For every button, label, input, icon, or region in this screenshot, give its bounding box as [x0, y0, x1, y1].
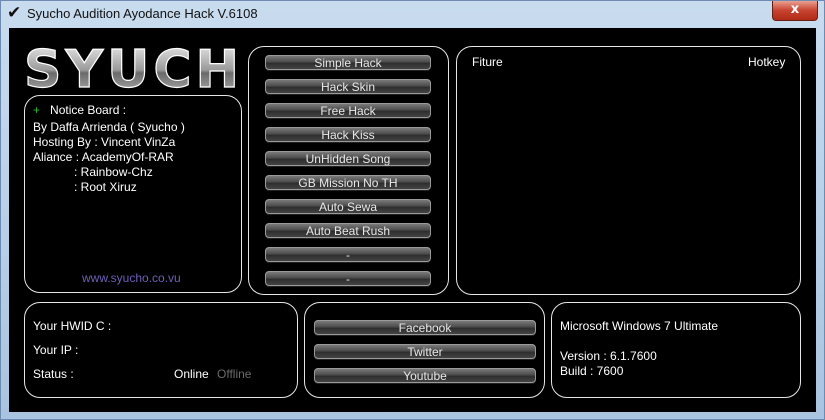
user-info-panel: Your HWID C : Your IP : Status : Online … [24, 302, 298, 398]
hack-buttons-panel: Simple Hack Hack Skin Free Hack Hack Kis… [248, 46, 449, 295]
os-build: Build : 7600 [560, 364, 624, 378]
close-button[interactable]: x [772, 1, 818, 21]
features-panel: Fiture Hotkey [456, 46, 801, 295]
free-hack-button[interactable]: Free Hack [265, 103, 431, 118]
notice-heading-label: Notice Board : [50, 103, 127, 117]
os-name: Microsoft Windows 7 Ultimate [560, 319, 719, 333]
simple-hack-button[interactable]: Simple Hack [265, 55, 431, 70]
system-info-panel: Microsoft Windows 7 Ultimate Version : 6… [551, 302, 801, 398]
title-bar[interactable]: ✔ Syucho Audition Ayodance Hack V.6108 x [1, 1, 824, 25]
gb-mission-button[interactable]: GB Mission No TH [265, 175, 431, 190]
notice-line-aliance-2: : Rainbow-Chz [74, 165, 153, 179]
status-online: Online [174, 367, 209, 381]
os-version: Version : 6.1.7600 [560, 349, 657, 363]
window-title: Syucho Audition Ayodance Hack V.6108 [27, 6, 258, 21]
ip-label: Your IP : [33, 343, 79, 357]
notice-line-aliance: Aliance : AcademyOf-RAR [33, 150, 174, 164]
youtube-button[interactable]: Youtube [314, 368, 536, 383]
notice-line-aliance-3: : Root Xiruz [74, 180, 137, 194]
notice-line-hosting: Hosting By : Vincent VinZa [33, 135, 176, 149]
app-window: ✔ Syucho Audition Ayodance Hack V.6108 x… [0, 0, 825, 420]
hack-skin-button[interactable]: Hack Skin [265, 79, 431, 94]
website-link[interactable]: www.syucho.co.vu [82, 271, 181, 285]
fiture-label: Fiture [472, 55, 503, 69]
auto-beat-rush-button[interactable]: Auto Beat Rush [265, 223, 431, 238]
status-offline: Offline [217, 367, 252, 381]
empty-button-1[interactable]: - [265, 247, 431, 262]
plus-icon: + [33, 103, 41, 117]
empty-button-2[interactable]: - [265, 271, 431, 286]
checkmark-icon: ✔ [7, 3, 22, 23]
facebook-button[interactable]: Facebook [314, 320, 536, 335]
notice-heading: + Notice Board : [33, 103, 126, 117]
auto-sewa-button[interactable]: Auto Sewa [265, 199, 431, 214]
social-panel: Facebook Twitter Youtube [304, 302, 545, 398]
unhidden-song-button[interactable]: UnHidden Song [265, 151, 431, 166]
hotkey-label: Hotkey [748, 55, 786, 69]
syucho-logo: SYUCHO [23, 41, 242, 91]
notice-line-author: By Daffa Arrienda ( Syucho ) [33, 120, 185, 134]
twitter-button[interactable]: Twitter [314, 344, 536, 359]
hack-kiss-button[interactable]: Hack Kiss [265, 127, 431, 142]
hwid-label: Your HWID C : [33, 319, 112, 333]
status-label: Status : [33, 367, 74, 381]
notice-board-panel: + Notice Board : By Daffa Arrienda ( Syu… [24, 95, 242, 293]
logo-text: SYUCHO [24, 41, 242, 91]
client-area: SYUCHO + Notice Board : By Daffa Arriend… [9, 28, 816, 412]
